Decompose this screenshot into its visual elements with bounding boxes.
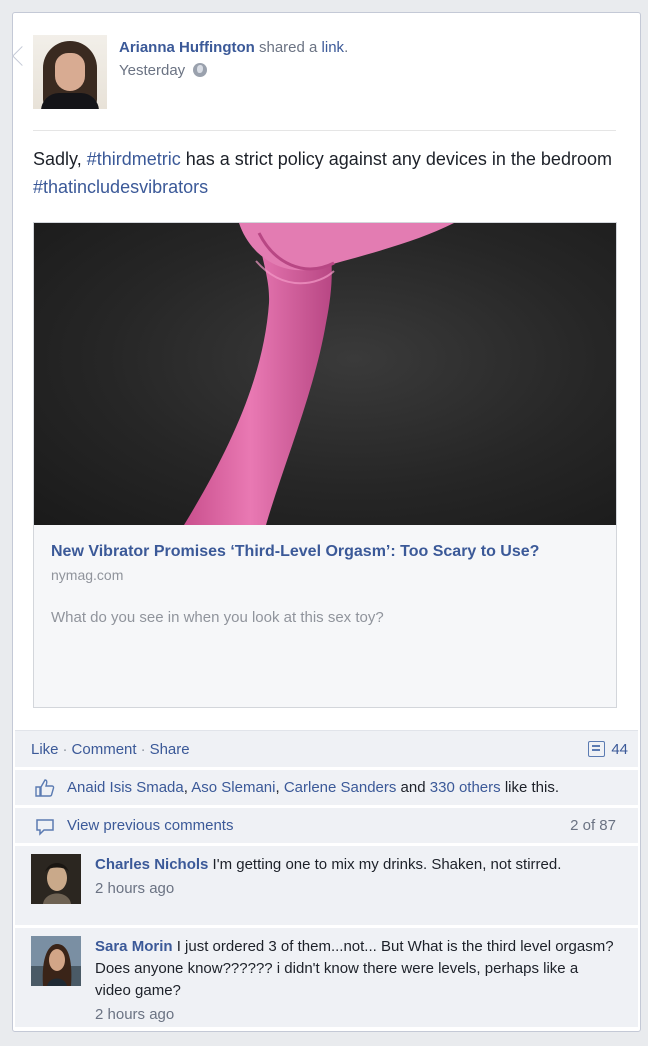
comment-time[interactable]: 2 hours ago — [95, 1004, 615, 1026]
post-timestamp: Yesterday — [119, 62, 208, 79]
view-previous-comments-link[interactable]: View previous comments — [67, 817, 233, 834]
comment-count-icon — [588, 741, 606, 757]
liker-name[interactable]: Anaid Isis Smada — [67, 779, 184, 796]
comment-page-count: 2 of 87 — [570, 817, 616, 834]
story-pointer — [12, 46, 32, 66]
shared-link[interactable]: link — [322, 39, 345, 56]
comment-button[interactable]: Comment — [72, 741, 137, 758]
action-bar: Like · Comment · Share 44 — [15, 730, 638, 768]
comment-time[interactable]: 2 hours ago — [95, 878, 615, 900]
comment-text: I'm getting one to mix my drinks. Shaken… — [212, 856, 562, 873]
likers-others-link[interactable]: 330 others — [430, 779, 501, 796]
timestamp-text[interactable]: Yesterday — [119, 62, 185, 79]
commenter-name[interactable]: Sara Morin — [95, 938, 173, 955]
status-text: Sadly, #thirdmetric has a strict policy … — [33, 149, 612, 197]
liker-name[interactable]: Carlene Sanders — [284, 779, 397, 796]
thumbs-up-icon — [35, 779, 55, 797]
liker-name[interactable]: Aso Slemani — [191, 779, 275, 796]
author-avatar[interactable] — [33, 35, 107, 109]
hashtag-thirdmetric[interactable]: #thirdmetric — [87, 149, 181, 169]
preview-title[interactable]: New Vibrator Promises ‘Third-Level Orgas… — [51, 543, 539, 561]
comment-text: I just ordered 3 of them...not... But Wh… — [95, 938, 614, 999]
story-header: Arianna Huffington shared a link. Yester… — [33, 35, 616, 131]
commenter-avatar[interactable] — [31, 936, 81, 986]
globe-icon[interactable] — [193, 63, 208, 77]
shared-text: shared a link. — [259, 39, 349, 56]
comment-count[interactable]: 44 — [588, 741, 628, 758]
hashtag-thatincludesvibrators[interactable]: #thatincludesvibrators — [33, 177, 208, 197]
preview-domain: nymag.com — [51, 567, 124, 583]
comment-item: Sara Morin I just ordered 3 of them...no… — [15, 928, 638, 1028]
preview-image[interactable] — [34, 223, 616, 525]
author-line: Arianna Huffington shared a link. — [119, 39, 348, 56]
commenter-name[interactable]: Charles Nichols — [95, 856, 208, 873]
comment-item: Charles Nichols I'm getting one to mix m… — [15, 846, 638, 926]
view-previous-row: View previous comments 2 of 87 — [15, 808, 638, 844]
likes-row: Anaid Isis Smada, Aso Slemani, Carlene S… — [15, 770, 638, 806]
share-button[interactable]: Share — [150, 741, 190, 758]
feed-story: Arianna Huffington shared a link. Yester… — [12, 12, 641, 1032]
like-button[interactable]: Like — [31, 741, 59, 758]
author-name[interactable]: Arianna Huffington — [119, 39, 255, 56]
preview-description: What do you see in when you look at this… — [51, 609, 384, 626]
link-preview[interactable]: New Vibrator Promises ‘Third-Level Orgas… — [33, 222, 617, 708]
commenter-avatar[interactable] — [31, 854, 81, 904]
speech-bubble-icon — [36, 819, 54, 836]
